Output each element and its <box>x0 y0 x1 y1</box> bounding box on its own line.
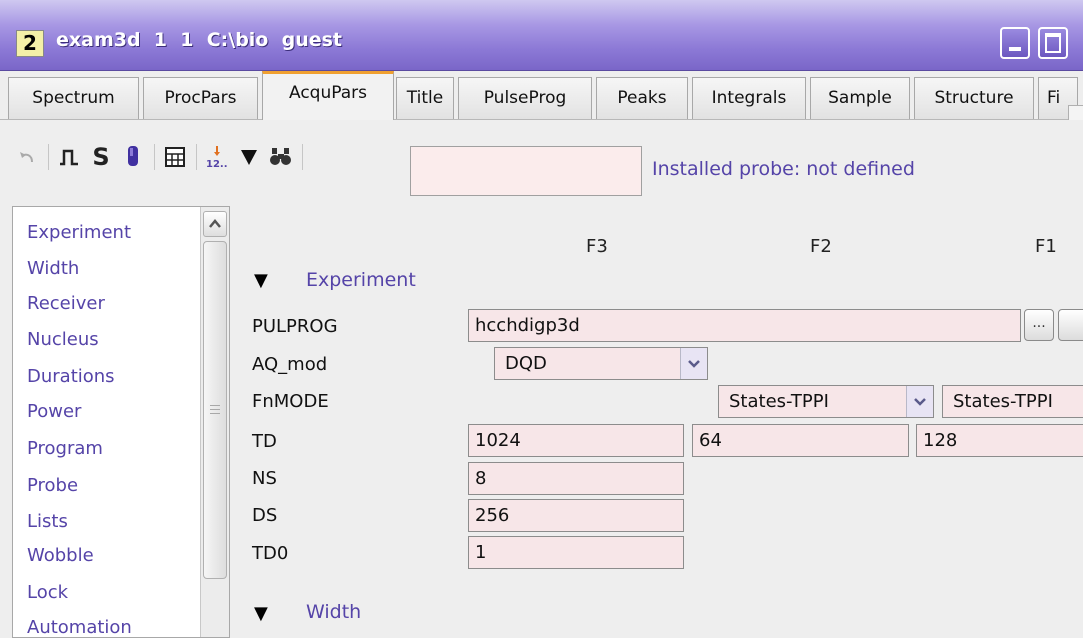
dropdown-button[interactable] <box>680 348 707 379</box>
fnmode-f2-value: States-TPPI <box>729 391 829 412</box>
chevron-up-icon <box>209 219 221 228</box>
td-f2-field[interactable]: 64 <box>692 424 909 457</box>
svg-text:12..: 12.. <box>206 159 228 170</box>
chevron-down-icon <box>688 359 700 368</box>
expand-triangle-icon[interactable]: ▼ <box>254 603 268 624</box>
scroll-grip-line <box>210 413 220 414</box>
sidebar-item-receiver[interactable]: Receiver <box>27 293 105 314</box>
sidebar-item-power[interactable]: Power <box>27 401 81 422</box>
scroll-grip-line <box>210 405 220 406</box>
parameter-panel: F3 F2 F1 ▼ Experiment PULPROG hcchdigp3d… <box>232 206 1083 638</box>
tab-structure[interactable]: Structure <box>914 77 1034 119</box>
tab-acqupars[interactable]: AcquPars <box>262 71 394 120</box>
aq-mod-select[interactable]: DQD <box>494 347 708 380</box>
param-label-td0: TD0 <box>252 543 289 564</box>
column-header-f2: F2 <box>810 236 832 257</box>
param-label-fnmode: FnMODE <box>252 391 329 412</box>
section-title-experiment: Experiment <box>306 269 416 291</box>
aq-mod-value: DQD <box>505 353 547 374</box>
sidebar-item-nucleus[interactable]: Nucleus <box>27 329 99 350</box>
ns-field[interactable]: 8 <box>468 462 684 495</box>
table-icon[interactable] <box>160 140 190 174</box>
binoculars-icon[interactable] <box>266 140 296 174</box>
scroll-thumb[interactable] <box>203 241 227 579</box>
sidebar-item-program[interactable]: Program <box>27 438 103 459</box>
minimize-icon <box>1009 47 1021 51</box>
s-icon[interactable]: S <box>86 140 116 174</box>
browse-pulprog-button[interactable]: ... <box>1024 309 1054 341</box>
sidebar-item-durations[interactable]: Durations <box>27 366 115 387</box>
probe-status-text: Installed probe: not defined <box>652 158 915 180</box>
sidebar-item-automation[interactable]: Automation <box>27 617 132 637</box>
title-bar[interactable]: 2 exam3d 1 1 C:\bio guest <box>0 0 1083 71</box>
toolbar-separator <box>196 144 197 170</box>
search-input[interactable] <box>410 146 642 196</box>
tab-sample[interactable]: Sample <box>810 77 910 119</box>
param-label-td: TD <box>252 431 277 452</box>
window-title: exam3d 1 1 C:\bio guest <box>56 29 342 51</box>
toolbar: S 12.. Installed probe: not defined <box>0 120 1083 206</box>
chevron-down-icon <box>914 397 926 406</box>
toolbar-separator <box>48 144 49 170</box>
probe-icon[interactable] <box>118 140 148 174</box>
window-number-badge: 2 <box>16 30 44 57</box>
section-title-width: Width <box>306 601 362 623</box>
sidebar-item-lists[interactable]: Lists <box>27 511 68 532</box>
scroll-up-button[interactable] <box>203 211 227 237</box>
fnmode-f2-select[interactable]: States-TPPI <box>718 385 934 418</box>
expand-triangle-icon[interactable]: ▼ <box>254 270 268 291</box>
pulprog-field[interactable]: hcchdigp3d <box>468 309 1021 342</box>
parameter-sidebar: Experiment Width Receiver Nucleus Durati… <box>12 206 230 638</box>
tab-pulseprog[interactable]: PulseProg <box>458 77 592 119</box>
tab-title[interactable]: Title <box>396 77 454 119</box>
td-f1-field[interactable]: 128 <box>916 424 1083 457</box>
column-header-f3: F3 <box>586 236 608 257</box>
column-header-f1: F1 <box>1035 236 1057 257</box>
td-f3-field[interactable]: 1024 <box>468 424 684 457</box>
sort-numbers-icon[interactable]: 12.. <box>202 140 232 174</box>
fnmode-f1-value: States-TPPI <box>953 391 1053 412</box>
dropdown-button[interactable] <box>906 386 933 417</box>
tab-procpars[interactable]: ProcPars <box>143 77 258 119</box>
sidebar-item-wobble[interactable]: Wobble <box>27 545 94 566</box>
param-label-pulprog: PULPROG <box>252 316 338 337</box>
sidebar-item-experiment[interactable]: Experiment <box>27 222 131 243</box>
sidebar-scrollbar[interactable] <box>200 207 229 637</box>
sidebar-item-lock[interactable]: Lock <box>27 582 68 603</box>
minimize-button[interactable] <box>1000 27 1030 59</box>
tab-spectrum[interactable]: Spectrum <box>8 77 139 119</box>
toolbar-separator <box>302 144 303 170</box>
sidebar-item-width[interactable]: Width <box>27 258 79 279</box>
toolbar-separator <box>154 144 155 170</box>
undo-icon[interactable] <box>12 140 42 174</box>
maximize-button[interactable] <box>1038 27 1068 59</box>
edit-pulprog-button[interactable] <box>1058 309 1083 341</box>
fnmode-f1-select[interactable]: States-TPPI <box>942 385 1083 418</box>
tab-strip: Spectrum ProcPars AcquPars Title PulsePr… <box>0 71 1083 123</box>
pulse-icon[interactable] <box>54 140 84 174</box>
param-label-ds: DS <box>252 505 278 526</box>
td0-field[interactable]: 1 <box>468 536 684 569</box>
maximize-icon <box>1045 33 1061 53</box>
application-window: 2 exam3d 1 1 C:\bio guest Spectrum ProcP… <box>0 0 1083 638</box>
tab-integrals[interactable]: Integrals <box>692 77 806 119</box>
ds-field[interactable]: 256 <box>468 499 684 532</box>
param-label-aq-mod: AQ_mod <box>252 354 328 375</box>
param-label-ns: NS <box>252 468 277 489</box>
triangle-down-icon[interactable] <box>234 140 264 174</box>
scroll-grip-line <box>210 409 220 410</box>
tab-peaks[interactable]: Peaks <box>596 77 688 119</box>
sidebar-item-probe[interactable]: Probe <box>27 475 78 496</box>
